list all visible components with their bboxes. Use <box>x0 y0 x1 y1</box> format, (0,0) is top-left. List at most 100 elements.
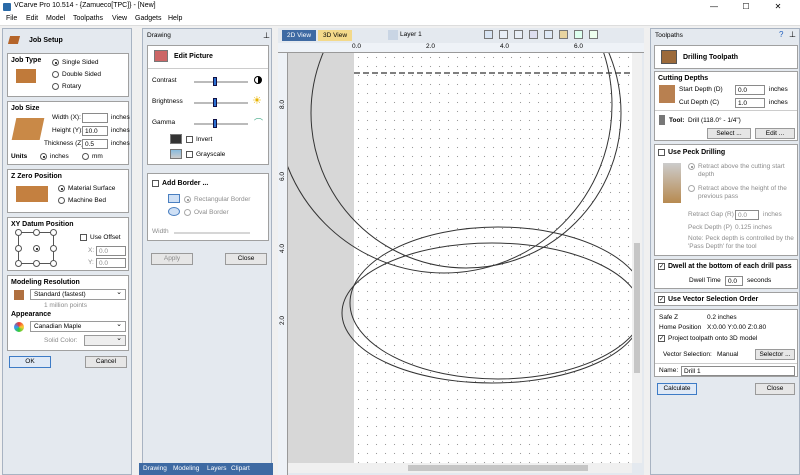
job-type-icon <box>16 69 36 83</box>
snap-icon[interactable] <box>559 30 568 39</box>
menu-file[interactable]: File <box>6 15 17 22</box>
view-toolbar <box>484 30 638 41</box>
oval-border-radio[interactable] <box>184 209 191 216</box>
ruler-top-3: 6.0 <box>574 43 584 50</box>
width-input[interactable] <box>82 113 108 123</box>
menu-view[interactable]: View <box>112 15 127 22</box>
rect-border-radio[interactable] <box>184 196 191 203</box>
menu-help[interactable]: Help <box>168 15 182 22</box>
menu-model[interactable]: Model <box>46 15 65 22</box>
start-depth-label: Start Depth (D) <box>679 86 723 93</box>
ok-button[interactable]: OK <box>9 356 51 368</box>
vertical-scrollbar[interactable] <box>632 53 642 463</box>
peck-drilling-checkbox[interactable] <box>658 149 665 156</box>
fit-icon[interactable] <box>499 30 508 39</box>
grid-icon[interactable] <box>544 30 553 39</box>
menu-toolpaths[interactable]: Toolpaths <box>73 15 103 22</box>
contrast-slider[interactable] <box>194 81 248 83</box>
target-icon[interactable] <box>529 30 538 39</box>
edit-picture-heading: Edit Picture <box>174 53 213 60</box>
brightness-slider[interactable] <box>194 102 248 104</box>
horizontal-scrollbar[interactable] <box>288 463 632 473</box>
x-offset-input[interactable]: 0.0 <box>96 246 126 256</box>
double-sided-radio[interactable] <box>52 71 59 78</box>
close-window-button[interactable]: ✕ <box>764 1 792 13</box>
use-offset-checkbox[interactable] <box>80 234 87 241</box>
project-checkbox[interactable]: ✓ <box>658 335 665 342</box>
rotary-radio[interactable] <box>52 83 59 90</box>
color-icon[interactable] <box>574 30 583 39</box>
pin-icon[interactable]: ⊥ <box>263 31 270 40</box>
maximize-button[interactable]: ☐ <box>732 1 760 13</box>
zoom-icon[interactable] <box>514 30 523 39</box>
drawing-close-button[interactable]: Close <box>225 253 267 265</box>
cutting-depths-title: Cutting Depths <box>658 75 709 82</box>
palette-icon <box>14 322 24 332</box>
x-offset-label: X: <box>88 247 95 254</box>
add-border-checkbox[interactable] <box>152 180 159 187</box>
tab-3d-view[interactable]: 3D View <box>318 30 352 41</box>
material-surface-label: Material Surface <box>68 185 116 192</box>
retract-gap-input[interactable]: 0.0 <box>735 210 759 220</box>
units-inches-radio[interactable] <box>40 153 47 160</box>
minimize-button[interactable]: — <box>700 1 728 13</box>
menu-edit[interactable]: Edit <box>26 15 38 22</box>
design-canvas[interactable] <box>288 53 632 463</box>
tab-drawing[interactable]: Drawing <box>143 465 167 472</box>
layer-dropdown[interactable]: Layer 1 <box>400 31 422 38</box>
name-input[interactable]: Drill 1 <box>681 366 795 376</box>
contrast-label: Contrast <box>152 77 177 84</box>
tab-clipart[interactable]: Clipart <box>231 465 250 472</box>
machine-bed-radio[interactable] <box>58 197 65 204</box>
solid-color-label: Solid Color: <box>44 337 78 344</box>
resolution-select[interactable]: Standard (fastest) <box>30 288 126 300</box>
calculate-button[interactable]: Calculate <box>657 383 697 395</box>
vector-order-checkbox[interactable]: ✓ <box>658 296 665 303</box>
y-offset-input[interactable]: 0.0 <box>96 258 126 268</box>
selector-button[interactable]: Selector ... <box>755 349 795 360</box>
appearance-select[interactable]: Canadian Maple <box>30 320 126 332</box>
single-sided-radio[interactable] <box>52 59 59 66</box>
measure-icon[interactable] <box>484 30 493 39</box>
units-label: Units <box>11 153 28 160</box>
layer-icon <box>388 30 398 40</box>
retract-start-radio[interactable] <box>688 163 695 170</box>
help-icon[interactable]: ? <box>779 30 783 39</box>
dwell-checkbox[interactable]: ✓ <box>658 263 665 270</box>
apply-button[interactable]: Apply <box>151 253 193 265</box>
thickness-input[interactable]: 0.5 <box>82 139 108 149</box>
border-width-slider[interactable] <box>174 232 250 234</box>
units-mm-radio[interactable] <box>82 153 89 160</box>
xy-datum-grid[interactable] <box>15 229 57 267</box>
pin-icon-right[interactable]: ⊥ <box>789 30 796 39</box>
tool-select-button[interactable]: Select ... <box>707 128 751 139</box>
start-depth-input[interactable]: 0.0 <box>735 85 765 95</box>
vector-circles[interactable] <box>288 53 632 463</box>
retract-start-label: Retract above the cutting start depth <box>698 163 785 178</box>
material-surface-radio[interactable] <box>58 185 65 192</box>
dwell-time-input[interactable]: 0.0 <box>725 276 743 286</box>
menu-gadgets[interactable]: Gadgets <box>135 15 161 22</box>
brightness-slider-thumb[interactable] <box>212 98 217 107</box>
cut-depth-input[interactable]: 1.0 <box>735 98 765 108</box>
check-icon[interactable] <box>589 30 598 39</box>
height-input[interactable]: 10.0 <box>82 126 108 136</box>
tab-layers[interactable]: Layers <box>207 465 227 472</box>
width-unit: inches <box>111 114 130 121</box>
tab-modeling[interactable]: Modeling <box>173 465 199 472</box>
retract-prev-radio[interactable] <box>688 185 695 192</box>
z-zero-icon <box>16 186 48 202</box>
grayscale-checkbox[interactable] <box>186 151 193 158</box>
ruler-left-1: 6.0 <box>279 171 287 182</box>
toolpaths-close-button[interactable]: Close <box>755 383 795 395</box>
solid-color-select[interactable] <box>84 334 126 346</box>
gamma-slider[interactable] <box>194 123 248 125</box>
tab-2d-view[interactable]: 2D View <box>282 30 316 41</box>
oval-border-label: Oval Border <box>194 209 229 216</box>
invert-checkbox[interactable] <box>186 136 193 143</box>
gamma-slider-thumb[interactable] <box>212 119 217 128</box>
tool-edit-button[interactable]: Edit ... <box>755 128 795 139</box>
peck-depth-label: Peck Depth (P) <box>688 224 733 231</box>
cancel-button[interactable]: Cancel <box>85 356 127 368</box>
contrast-slider-thumb[interactable] <box>212 77 217 86</box>
